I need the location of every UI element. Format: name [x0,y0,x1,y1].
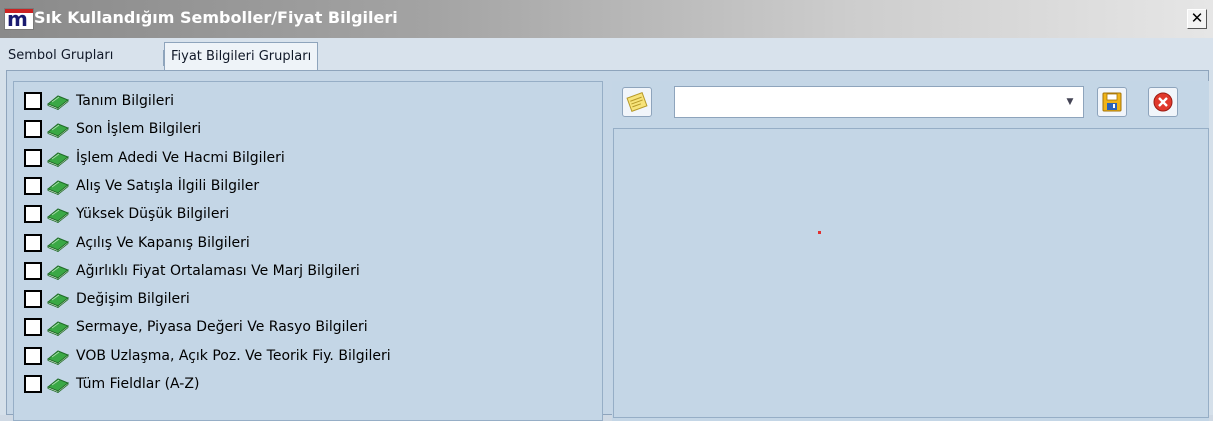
tree-item-label: İşlem Adedi Ve Hacmi Bilgileri [76,149,285,166]
chevron-down-icon[interactable]: ▼ [1063,96,1077,108]
green-book-icon [47,378,69,393]
green-book-icon [47,152,69,167]
checkbox[interactable] [24,148,42,167]
close-button[interactable]: ✕ [1187,9,1207,29]
window-title: Sık Kullandığım Semboller/Fiyat Bilgiler… [34,8,398,27]
notes-icon [626,92,648,112]
checkbox[interactable] [24,346,42,365]
green-book-icon [47,208,69,224]
tree-item-label: Ağırlıklı Fiyat Ortalaması Ve Marj Bilgi… [76,262,360,279]
field-group-tree: Tanım Bilgileri Son İşlem Bilgileri İşlem … [13,81,603,421]
checkbox[interactable] [24,92,42,110]
tree-item-label: Tanım Bilgileri [76,93,174,109]
selected-fields-area[interactable] [613,128,1209,418]
green-book-icon [47,265,69,280]
tree-item-label: Son İşlem Bilgileri [76,121,202,138]
checkbox[interactable] [24,120,42,139]
checkbox[interactable] [24,176,42,195]
title-bar: m Sık Kullandığım Semboller/Fiyat Bilgil… [0,0,1213,38]
green-book-icon [47,95,69,110]
tab-strip: Sembol Grupları Fiyat Bilgileri Grupları [0,38,1213,70]
tab-sembol-gruplari[interactable]: Sembol Grupları [2,44,119,68]
tree-item-label: Yüksek Düşük Bilgileri [76,206,230,223]
delete-button[interactable] [1148,87,1178,117]
tree-item-label: Açılış Ve Kapanış Bilgileri [76,234,250,251]
tree-item-label: Tüm Fieldlar (A-Z) [76,376,200,392]
group-select[interactable]: ▼ [674,86,1084,118]
tree-item-label: Değişim Bilgileri [76,291,190,308]
checkbox[interactable] [24,318,42,337]
checkbox[interactable] [24,205,42,224]
green-book-icon [47,236,69,252]
checkbox[interactable] [24,261,42,280]
tree-item-label: VOB Uzlaşma, Açık Poz. Ve Teorik Fiy. Bi… [76,347,391,364]
green-book-icon [47,350,69,365]
save-button[interactable] [1097,87,1127,117]
tab-fiyat-bilgileri-gruplari[interactable]: Fiyat Bilgileri Grupları [164,42,319,70]
tree-item-label: Sermaye, Piyasa Değeri Ve Rasyo Bilgiler… [76,319,368,336]
checkbox[interactable] [24,375,42,393]
green-book-icon [47,123,69,139]
delete-icon [1153,92,1173,112]
checkbox[interactable] [24,233,42,252]
green-book-icon [47,293,69,309]
save-icon [1102,92,1122,112]
green-book-icon [47,321,69,337]
notes-button[interactable] [622,87,652,117]
checkbox[interactable] [24,290,42,309]
app-logo-icon: m [4,7,34,31]
window: m Sık Kullandığım Semboller/Fiyat Bilgil… [0,0,1213,421]
tree-item-label: Alış Ve Satışla İlgili Bilgiler [76,177,260,194]
green-book-icon [47,180,69,195]
red-dot-marker [818,231,821,234]
